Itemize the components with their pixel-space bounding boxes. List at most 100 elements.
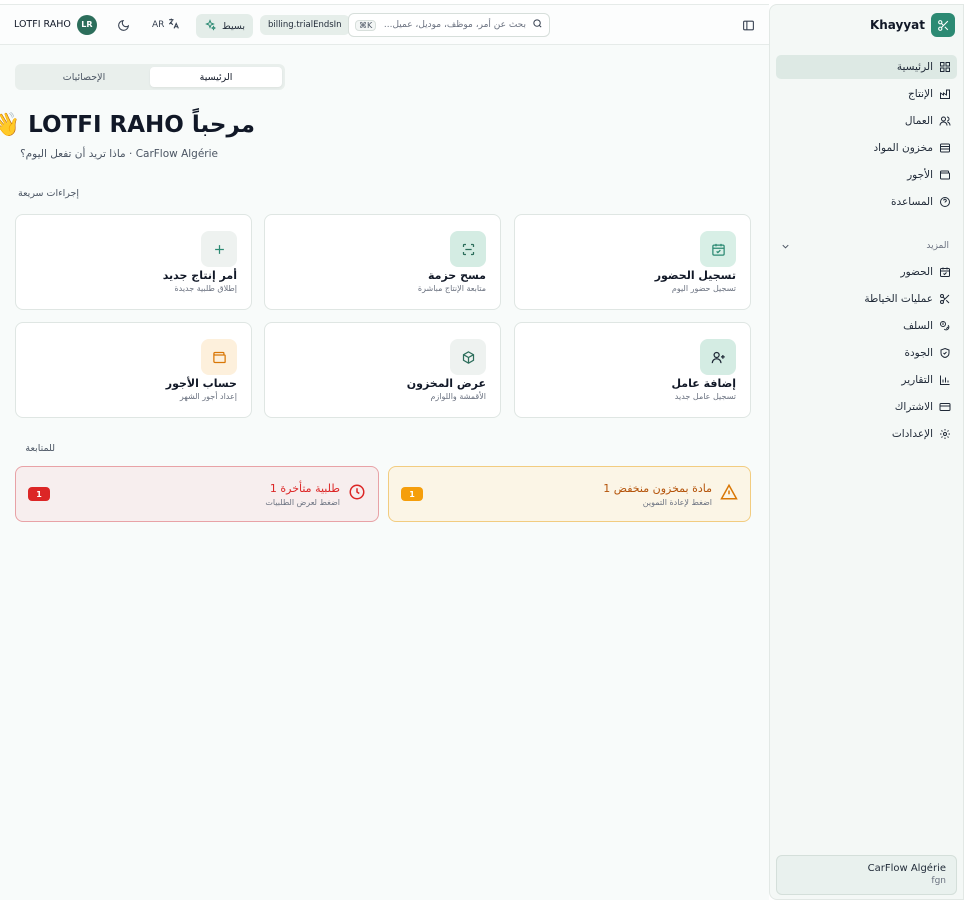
sidebar-item-label: مخزون المواد	[873, 142, 933, 154]
sidebar: Khayyat الرئيسية الإنتاج العمال مخزون ال…	[769, 4, 964, 900]
card-title: حساب الأجور	[165, 377, 237, 390]
quick-action-scan[interactable]: مسح حزمة متابعة الإنتاج مباشرة	[264, 214, 501, 310]
card-description: إعداد أجور الشهر	[179, 392, 237, 401]
brand[interactable]: Khayyat	[770, 5, 963, 45]
sidebar-item-subscription[interactable]: الاشتراك	[776, 395, 957, 419]
layers-icon	[939, 142, 951, 154]
sidebar-item-label: الحضور	[900, 266, 934, 278]
quick-action-payroll[interactable]: حساب الأجور إعداد أجور الشهر	[15, 322, 252, 418]
sidebar-item-label: عمليات الخياطة	[864, 293, 933, 305]
sidebar-item-label: السلف	[903, 320, 933, 332]
help-icon	[939, 196, 951, 208]
sidebar-item-reports[interactable]: التقارير	[776, 368, 957, 392]
sidebar-item-label: الرئيسية	[896, 61, 933, 73]
card-title: أمر إنتاج جديد	[162, 269, 237, 282]
brand-name: Khayyat	[869, 18, 925, 32]
view-tabs: الرئيسية الإحصائيات	[15, 64, 285, 90]
mode-label: بسيط	[222, 20, 246, 32]
more-nav: الحضور عمليات الخياطة السلف الجودة التقا…	[770, 256, 963, 446]
avatar: LR	[76, 14, 97, 35]
sidebar-item-label: المساعدة	[890, 196, 933, 208]
low-stock-alert[interactable]: مادة بمخزون منخفض 1 اضغط لإعادة التموين …	[388, 466, 751, 522]
clock-alert-icon	[348, 483, 366, 505]
organization-name: CarFlow Algérie	[867, 863, 946, 874]
sidebar-item-workers[interactable]: العمال	[776, 109, 957, 133]
sidebar-item-label: الاشتراك	[894, 401, 933, 413]
sidebar-item-attendance[interactable]: الحضور	[776, 260, 957, 284]
sidebar-item-home[interactable]: الرئيسية	[776, 55, 957, 79]
theme-toggle-icon[interactable]	[115, 17, 131, 33]
translate-icon	[167, 17, 180, 33]
search-icon	[532, 18, 543, 32]
page-subtitle: CarFlow Algérie · ماذا تريد أن تفعل اليو…	[20, 148, 218, 160]
sidebar-item-label: التقارير	[901, 374, 933, 386]
top-bar: LOTFI RAHO LR AR بسيط billing.trialEndsI…	[0, 5, 769, 45]
plus-icon	[201, 231, 237, 267]
organization-sub: fgn	[931, 876, 946, 886]
scissors-logo-icon	[931, 13, 955, 37]
sidebar-item-wages[interactable]: الأجور	[776, 163, 957, 187]
main-content: LOTFI RAHO LR AR بسيط billing.trialEndsI…	[0, 4, 769, 900]
calendar-check-icon	[939, 266, 951, 278]
quick-action-inventory[interactable]: عرض المخزون الأقمشة واللوازم	[264, 322, 501, 418]
wallet-icon	[201, 339, 237, 375]
search-shortcut: ⌘K	[355, 19, 377, 31]
sidebar-item-advances[interactable]: السلف	[776, 314, 957, 338]
quick-action-attendance[interactable]: تسجيل الحضور تسجيل حضور اليوم	[514, 214, 751, 310]
alert-description: اضغط لإعادة التموين	[642, 497, 712, 507]
sidebar-item-settings[interactable]: الإعدادات	[776, 422, 957, 446]
quick-action-new-order[interactable]: أمر إنتاج جديد إطلاق طلبية جديدة	[15, 214, 252, 310]
shield-icon	[939, 347, 951, 359]
card-description: الأقمشة واللوازم	[430, 392, 486, 401]
card-description: تسجيل حضور اليوم	[671, 284, 736, 293]
alert-title: طلبية متأخرة 1	[269, 481, 340, 495]
card-title: تسجيل الحضور	[654, 269, 736, 282]
tab-home[interactable]: الرئيسية	[150, 67, 282, 87]
quick-actions-label: إجراءات سريعة	[18, 188, 79, 199]
late-order-alert[interactable]: طلبية متأخرة 1 اضغط لعرض الطلبيات 1	[15, 466, 379, 522]
quick-action-add-worker[interactable]: إضافة عامل تسجيل عامل جديد	[514, 322, 751, 418]
sidebar-item-sewing-ops[interactable]: عمليات الخياطة	[776, 287, 957, 311]
page-title: مرحباً LOTFI RAHO 👋	[0, 112, 255, 138]
card-description: إطلاق طلبية جديدة	[174, 284, 237, 293]
sidebar-item-label: الإنتاج	[908, 88, 933, 100]
money-icon	[939, 320, 951, 332]
warning-icon	[720, 483, 738, 505]
user-name: LOTFI RAHO	[14, 19, 71, 30]
tab-statistics[interactable]: الإحصائيات	[18, 67, 150, 87]
mode-toggle-button[interactable]: بسيط	[196, 14, 254, 38]
sidebar-item-help[interactable]: المساعدة	[776, 190, 957, 214]
card-description: تسجيل عامل جديد	[674, 392, 736, 401]
card-description: متابعة الإنتاج مباشرة	[417, 284, 486, 293]
sidebar-toggle-icon[interactable]	[742, 17, 755, 36]
dashboard-icon	[939, 61, 951, 73]
sidebar-item-quality[interactable]: الجودة	[776, 341, 957, 365]
search-placeholder: بحث عن أمر، موظف، موديل، عميل...	[383, 20, 526, 30]
settings-icon	[939, 428, 951, 440]
sidebar-item-inventory[interactable]: مخزون المواد	[776, 136, 957, 160]
card-title: إضافة عامل	[671, 377, 736, 390]
more-group-label: المزيد	[926, 241, 949, 251]
user-menu[interactable]: LOTFI RAHO LR	[14, 14, 97, 35]
wallet-icon	[939, 169, 951, 181]
more-group-toggle[interactable]: المزيد	[770, 236, 963, 256]
card-title: مسح حزمة	[427, 269, 486, 282]
organization-switcher[interactable]: CarFlow Algérie fgn	[776, 855, 957, 895]
users-icon	[939, 115, 951, 127]
billing-badge[interactable]: billing.trialEndsIn	[260, 15, 350, 35]
card-title: عرض المخزون	[406, 377, 486, 390]
alert-count-badge: 1	[401, 487, 423, 501]
factory-icon	[939, 88, 951, 100]
sidebar-item-production[interactable]: الإنتاج	[776, 82, 957, 106]
scan-icon	[450, 231, 486, 267]
alert-description: اضغط لعرض الطلبيات	[265, 497, 340, 507]
sparkles-icon	[204, 18, 217, 34]
search-bar[interactable]: بحث عن أمر، موظف، موديل، عميل... ⌘K	[348, 13, 550, 37]
language-switcher[interactable]: AR	[152, 17, 180, 33]
main-nav: الرئيسية الإنتاج العمال مخزون المواد الأ…	[770, 45, 963, 214]
sidebar-item-label: الإعدادات	[891, 428, 933, 440]
sidebar-item-label: الأجور	[907, 169, 933, 181]
calendar-check-icon	[700, 231, 736, 267]
sidebar-item-label: الجودة	[904, 347, 934, 359]
language-code: AR	[152, 20, 165, 30]
